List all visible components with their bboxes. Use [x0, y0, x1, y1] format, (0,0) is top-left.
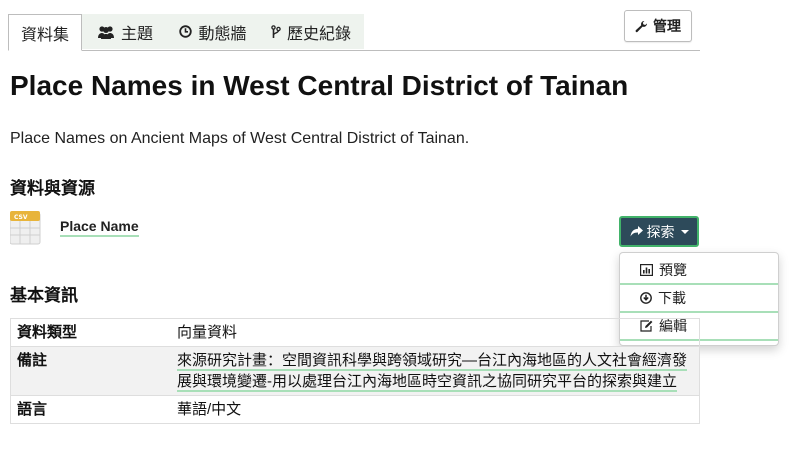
menu-item-download[interactable]: 下載 — [620, 285, 778, 313]
menu-item-preview-label: 預覽 — [659, 262, 687, 278]
dataset-description: Place Names on Ancient Maps of West Cent… — [10, 130, 470, 147]
info-heading: 基本資訊 — [10, 286, 78, 305]
info-table: 資料類型 向量資料 備註 來源研究計畫：空間資訊科學與跨領域研究—台江內海地區的… — [10, 318, 700, 424]
branch-icon — [271, 24, 281, 39]
dataset-tabs: 資料集 主題 動態牆 歷史紀錄 — [8, 14, 700, 51]
menu-item-preview[interactable]: 預覽 — [620, 257, 778, 285]
page-title: Place Names in West Central District of … — [10, 70, 629, 101]
explore-button[interactable]: 探索 — [619, 216, 699, 247]
row-value: 華語/中文 — [171, 395, 700, 424]
tab-dataset-label: 資料集 — [20, 26, 69, 44]
resource-link-place-name[interactable]: Place Name — [60, 218, 139, 237]
menu-item-download-label: 下載 — [658, 290, 686, 306]
download-icon — [640, 292, 652, 304]
tab-activity-label: 動態牆 — [198, 25, 247, 43]
table-row: 備註 來源研究計畫：空間資訊科學與跨領域研究—台江內海地區的人文社會經濟發展與環… — [10, 346, 700, 396]
tab-dataset[interactable]: 資料集 — [8, 14, 82, 51]
csv-file-icon: CSV — [9, 211, 42, 245]
tab-groups[interactable]: 主題 — [82, 14, 168, 49]
explore-button-label: 探索 — [646, 223, 675, 240]
users-icon — [97, 25, 115, 39]
chart-icon — [640, 264, 653, 276]
tab-activity[interactable]: 動態牆 — [168, 14, 258, 49]
csv-format-label: CSV — [14, 214, 28, 221]
table-row: 資料類型 向量資料 — [10, 318, 700, 347]
row-key: 資料類型 — [10, 318, 171, 347]
row-key: 備註 — [10, 346, 171, 396]
note-text: 來源研究計畫：空間資訊科學與跨領域研究—台江內海地區的人文社會經濟發展與環境變遷… — [177, 352, 688, 392]
row-key: 語言 — [10, 395, 171, 424]
row-value: 向量資料 — [171, 318, 700, 347]
manage-button-label: 管理 — [653, 18, 681, 34]
tab-history[interactable]: 歷史紀錄 — [258, 14, 364, 49]
tab-groups-label: 主題 — [120, 25, 153, 43]
row-value-note: 來源研究計畫：空間資訊科學與跨領域研究—台江內海地區的人文社會經濟發展與環境變遷… — [171, 346, 700, 396]
resources-heading: 資料與資源 — [10, 179, 95, 198]
table-row: 語言 華語/中文 — [10, 395, 700, 424]
share-arrow-icon — [630, 226, 643, 237]
tab-history-label: 歷史紀錄 — [286, 25, 351, 43]
clock-icon — [179, 25, 193, 38]
caret-down-icon — [680, 229, 689, 234]
manage-button[interactable]: 管理 — [624, 10, 692, 42]
wrench-icon — [635, 20, 648, 33]
